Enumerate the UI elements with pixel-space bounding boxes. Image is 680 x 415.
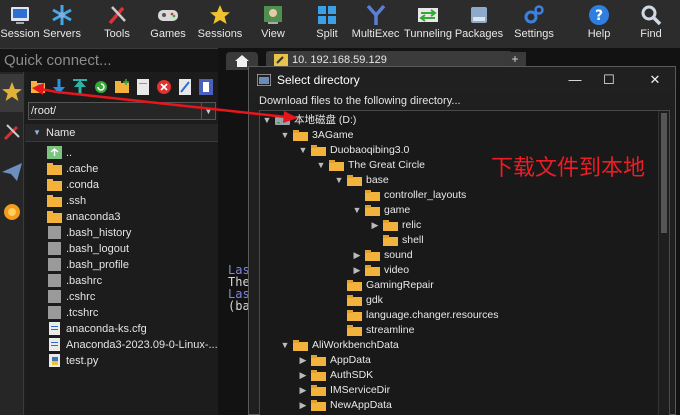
arrow-to-tree-line (56, 90, 287, 119)
annotation-text: 下载文件到本地 (491, 156, 646, 181)
mobaxterm-window: { "toolbar": { "items": [ {"label": "Ses… (0, 0, 680, 415)
arrow-head-left (32, 83, 44, 95)
annotation-arrows (32, 83, 298, 123)
arrow-head-right (283, 111, 298, 123)
